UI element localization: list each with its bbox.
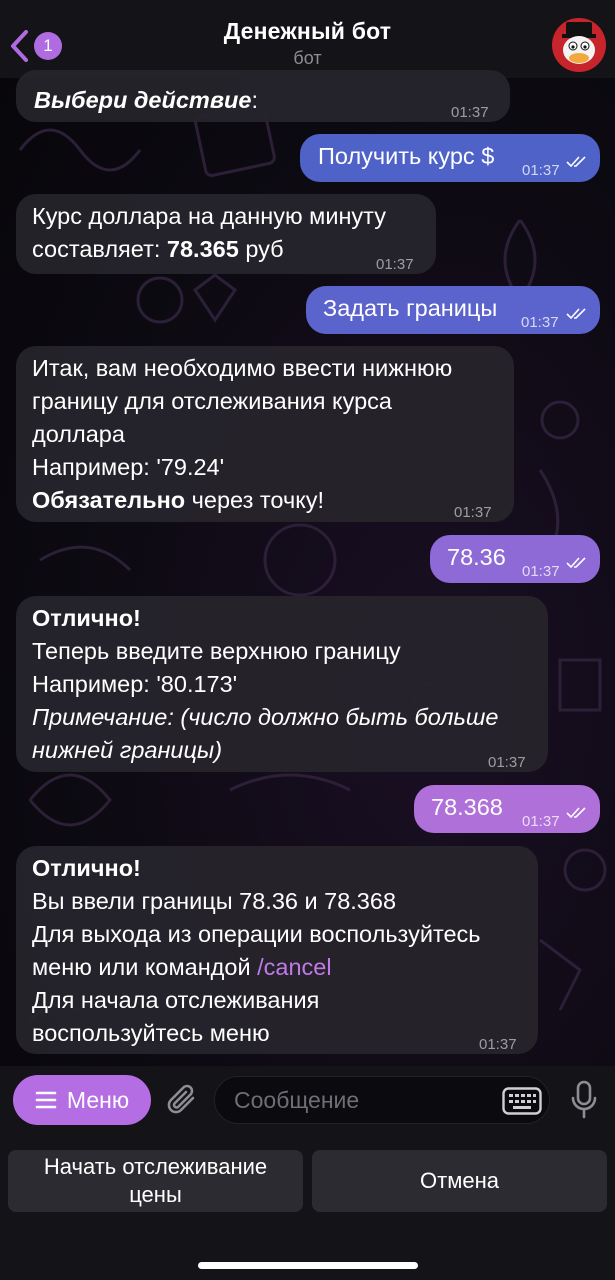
- read-checkmarks-icon: [566, 807, 586, 819]
- button-label-line: Начать отслеживание: [43, 1154, 268, 1179]
- message-line: Теперь введите верхнюю границу: [32, 638, 401, 664]
- duck-avatar-icon: [552, 18, 606, 72]
- message-time: 01:37: [488, 754, 526, 771]
- button-label-line: цены: [129, 1182, 182, 1207]
- message-line: доллара: [32, 421, 125, 447]
- message-time: 01:37: [522, 813, 560, 830]
- button-label: Начать отслеживание цены: [44, 1153, 267, 1209]
- read-checkmarks-icon: [566, 557, 586, 569]
- message-line: Курс доллара на данную минуту: [32, 203, 386, 229]
- message-line: Для начала отслеживания: [32, 987, 320, 1013]
- chat-header: 1 Денежный бот бот: [0, 0, 615, 78]
- message-time: 01:37: [451, 104, 489, 121]
- message-line: границу для отслеживания курса: [32, 388, 392, 414]
- message-text: Получить курс $: [318, 143, 495, 169]
- message-text: 78.368: [431, 794, 503, 820]
- message-line: Для выхода из операции воспользуйтесь: [32, 921, 481, 947]
- keyboard-icon[interactable]: [502, 1087, 542, 1115]
- microphone-icon[interactable]: [570, 1080, 598, 1120]
- outgoing-message[interactable]: 78.368 01:37: [414, 785, 600, 833]
- outgoing-message[interactable]: Задать границы 01:37: [306, 286, 600, 334]
- message-time: 01:37: [522, 563, 560, 580]
- message-input-bar: Меню: [0, 1066, 615, 1136]
- incoming-message[interactable]: Выбери действие: 01:37: [16, 70, 510, 122]
- message-text: 78.36: [447, 544, 506, 570]
- message-line: составляет: 78.365 руб: [32, 236, 284, 262]
- message-line: Итак, вам необходимо ввести нижнюю: [32, 355, 453, 381]
- chat-screen: 1 Денежный бот бот Выбери действие: 01:3…: [0, 0, 615, 1280]
- message-input[interactable]: [214, 1076, 550, 1124]
- menu-label: Меню: [66, 1086, 130, 1113]
- bot-menu-button[interactable]: Меню: [13, 1075, 151, 1125]
- outgoing-message[interactable]: Получить курс $ 01:37: [300, 134, 600, 182]
- incoming-message[interactable]: Итак, вам необходимо ввести нижнюю грани…: [16, 346, 514, 522]
- message-time: 01:37: [479, 1036, 517, 1053]
- bot-avatar[interactable]: [552, 18, 606, 72]
- message-line: Например: '79.24': [32, 454, 225, 480]
- message-line: воспользуйтесь меню: [32, 1020, 270, 1046]
- message-time: 01:37: [522, 162, 560, 179]
- start-tracking-button[interactable]: Начать отслеживание цены: [8, 1150, 303, 1212]
- message-line: Отлично!: [32, 605, 141, 631]
- chat-subtitle: бот: [293, 48, 322, 68]
- message-text: Выбери действие:: [34, 87, 258, 113]
- incoming-message[interactable]: Отлично! Вы ввели границы 78.36 и 78.368…: [16, 846, 538, 1054]
- outgoing-message[interactable]: 78.36 01:37: [430, 535, 600, 583]
- home-indicator: [198, 1262, 418, 1269]
- message-line: Обязательно через точку!: [32, 487, 325, 513]
- message-line: нижней границы): [32, 737, 223, 763]
- message-text: Задать границы: [323, 295, 498, 321]
- paperclip-icon[interactable]: [166, 1082, 200, 1118]
- incoming-message[interactable]: Курс доллара на данную минуту составляет…: [16, 194, 436, 274]
- hamburger-icon: [35, 1091, 57, 1109]
- message-line: меню или командой /cancel: [32, 954, 332, 980]
- message-line: Примечание: (число должно быть больше: [32, 704, 499, 730]
- cancel-button[interactable]: Отмена: [312, 1150, 607, 1212]
- message-time: 01:37: [454, 504, 492, 521]
- message-time: 01:37: [521, 314, 559, 331]
- incoming-message[interactable]: Отлично! Теперь введите верхнюю границу …: [16, 596, 548, 772]
- chat-title[interactable]: Денежный бот: [0, 18, 615, 45]
- read-checkmarks-icon: [566, 308, 586, 320]
- reply-keyboard: Начать отслеживание цены Отмена: [0, 1136, 615, 1280]
- message-line: Например: '80.173': [32, 671, 238, 697]
- message-line: Вы ввели границы 78.36 и 78.368: [32, 888, 397, 914]
- read-checkmarks-icon: [566, 156, 586, 168]
- message-time: 01:37: [376, 256, 414, 273]
- message-line: Отлично!: [32, 855, 141, 881]
- cancel-command-link[interactable]: /cancel: [257, 954, 331, 980]
